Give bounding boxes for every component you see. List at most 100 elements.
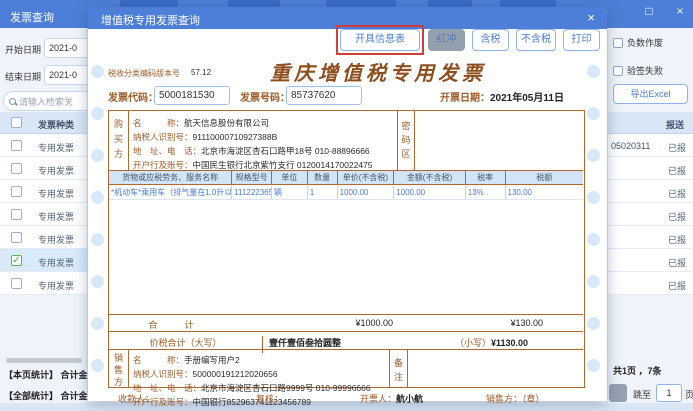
dialog-title: 增值税专用发票查询 bbox=[101, 12, 200, 28]
red-flush-button[interactable]: 红冲 bbox=[428, 29, 465, 51]
print-button[interactable]: 打印 bbox=[563, 29, 600, 51]
payee-label: 收款人： bbox=[118, 392, 154, 405]
edge-dot bbox=[91, 317, 104, 330]
goods-data-cell: *机动车*乘用车（排气量在1.0升以上 bbox=[109, 186, 232, 199]
invoice-list: 专用发票专用发票专用发票专用发票专用发票✓专用发票专用发票 bbox=[0, 134, 88, 296]
edge-dot bbox=[91, 149, 104, 162]
invoice-number-value[interactable]: 85737620 bbox=[286, 86, 362, 105]
invoice-title: 重庆增值税专用发票 bbox=[238, 57, 518, 86]
row-checkbox[interactable] bbox=[11, 232, 22, 243]
negative-void-checkbox[interactable]: 负数作废 bbox=[613, 36, 663, 49]
buyer-side-label: 购买方 bbox=[109, 111, 129, 170]
close-window-button[interactable]: × bbox=[671, 4, 689, 18]
row-checkbox[interactable] bbox=[11, 140, 22, 151]
tax-excluded-button[interactable]: 不含税 bbox=[516, 29, 556, 51]
report-header-label: 报送 bbox=[666, 118, 684, 131]
row-checkbox[interactable] bbox=[11, 278, 22, 289]
page-number-button[interactable] bbox=[609, 384, 627, 402]
screen: 发票查询 □ × 开始日期 2021-0 结束日期 2021-0 请输入检索关 … bbox=[0, 0, 693, 411]
report-row[interactable]: 05020311已报 bbox=[608, 134, 693, 157]
jump-page-input[interactable]: 1 bbox=[656, 384, 682, 402]
invoice-list-row[interactable]: 专用发票 bbox=[0, 272, 88, 295]
seller-field-line: 纳税人识别号：500000191212020656 bbox=[129, 364, 389, 378]
seal-text: （章） bbox=[522, 394, 545, 404]
report-row[interactable]: 已报 bbox=[608, 249, 693, 272]
row-checkbox[interactable]: ✓ bbox=[11, 255, 22, 266]
small-amount-label: （小写） bbox=[455, 338, 491, 348]
buyer-field-line: 地 址、电 话：北京市海淀区杏石口路甲18号 010-88896666 bbox=[129, 141, 397, 155]
report-row[interactable]: 已报 bbox=[608, 272, 693, 295]
toolbar-fragment bbox=[428, 0, 472, 7]
report-row[interactable]: 已报 bbox=[608, 203, 693, 226]
row-checkbox[interactable] bbox=[11, 209, 22, 220]
report-status-cell: 已报 bbox=[668, 233, 686, 246]
grand-total-small: （小写）¥1130.00 bbox=[455, 336, 528, 349]
edge-dot bbox=[587, 359, 600, 372]
goods-header-cell: 单位 bbox=[272, 171, 308, 184]
page-summary: 共1页 ，7条 bbox=[613, 364, 662, 377]
buyer-field-line: 开户行及账号：中国民生银行北京紫竹支行 0120014170022475 bbox=[129, 155, 397, 169]
invoice-list-row[interactable]: 专用发票 bbox=[0, 226, 88, 249]
maximize-button[interactable]: □ bbox=[640, 4, 658, 18]
buyer-field-line: 名 称：航天信息股份有限公司 bbox=[129, 113, 397, 127]
remark-area bbox=[408, 350, 583, 388]
invoice-table-header: 发票种类 bbox=[0, 112, 88, 134]
horizontal-scrollbar[interactable] bbox=[6, 358, 82, 363]
start-date-input[interactable]: 2021-0 bbox=[44, 38, 88, 58]
select-all-checkbox[interactable] bbox=[11, 117, 22, 128]
invoice-list-row[interactable]: 专用发票 bbox=[0, 157, 88, 180]
seller-field-line: 地 址、电 话：北京市海淀区杏石口路9999号 010-99996666 bbox=[129, 378, 389, 392]
toolbar-fragment bbox=[326, 0, 396, 7]
report-row[interactable]: 已报 bbox=[608, 180, 693, 203]
tax-included-button[interactable]: 含税 bbox=[472, 29, 509, 51]
info-form-button[interactable]: 开具信息表 bbox=[340, 29, 420, 51]
dialog-close-icon[interactable]: × bbox=[587, 10, 595, 25]
invoice-type-cell: 专用发票 bbox=[38, 233, 74, 246]
password-area-label: 密码区 bbox=[397, 111, 415, 170]
report-row[interactable]: 已报 bbox=[608, 226, 693, 249]
row-checkbox[interactable] bbox=[11, 186, 22, 197]
remark-label: 备注 bbox=[389, 350, 408, 388]
invoice-code-value[interactable]: 5000181530 bbox=[154, 86, 230, 105]
invoice-list-row[interactable]: 专用发票 bbox=[0, 180, 88, 203]
seller-field-label: 地 址、电 话： bbox=[129, 382, 201, 392]
seller-seal-label: 销售方： bbox=[486, 394, 522, 404]
seller-side-label: 销售方 bbox=[109, 350, 129, 388]
reviewer-label: 复核： bbox=[256, 392, 283, 405]
invoice-view-dialog: 增值税专用发票查询 × 开具信息表红冲含税不含税打印 税收分类编码版本号 57.… bbox=[88, 7, 607, 401]
buyer-field-label: 地 址、电 话： bbox=[129, 145, 201, 155]
goods-data-cell: 1 bbox=[308, 186, 338, 199]
invoice-list-row[interactable]: 专用发票 bbox=[0, 134, 88, 157]
negative-void-label: 负数作废 bbox=[627, 36, 663, 49]
buyer-field-label: 纳税人识别号： bbox=[129, 131, 193, 141]
invoice-code-label: 发票代码： bbox=[108, 89, 158, 104]
toolbar-fragment bbox=[120, 0, 178, 7]
invoice-date-value: 2021年05月11日 bbox=[490, 93, 564, 104]
verify-fail-checkbox[interactable]: 验签失败 bbox=[613, 64, 663, 77]
edge-dot bbox=[587, 107, 600, 120]
row-checkbox[interactable] bbox=[11, 163, 22, 174]
buyer-field-value: 中国民生银行北京紫竹支行 0120014170022475 bbox=[193, 159, 373, 169]
goods-table-header: 货物或应税劳务、服务名称规格型号单位数量单价(不含税)金额(不含税)税率税额 bbox=[109, 170, 583, 185]
search-input[interactable]: 请输入检索关 bbox=[3, 91, 88, 111]
report-row[interactable]: 已报 bbox=[608, 157, 693, 180]
invoice-type-cell: 专用发票 bbox=[38, 141, 74, 154]
drawer-value: 航小航 bbox=[396, 394, 423, 404]
password-area bbox=[415, 111, 583, 170]
edge-dot bbox=[91, 107, 104, 120]
goods-header-cell: 金额(不含税) bbox=[394, 171, 466, 184]
goods-data-cell: 111222365 bbox=[232, 186, 272, 199]
end-date-input[interactable]: 2021-0 bbox=[44, 65, 88, 85]
invoice-list-row[interactable]: ✓专用发票 bbox=[0, 249, 88, 272]
goods-header-cell: 单价(不含税) bbox=[338, 171, 395, 184]
invoice-type-header: 发票种类 bbox=[38, 118, 74, 131]
invoice-list-row[interactable]: 专用发票 bbox=[0, 203, 88, 226]
search-placeholder: 请输入检索关 bbox=[19, 95, 73, 108]
buyer-field-value: 北京市海淀区杏石口路甲18号 010-88896666 bbox=[201, 145, 370, 155]
jump-label: 跳至 bbox=[633, 388, 651, 401]
total-tax: ¥130.00 bbox=[510, 318, 543, 328]
buyer-field-value: 91110000710927388B bbox=[193, 132, 278, 141]
export-excel-button[interactable]: 导出Excel bbox=[613, 84, 688, 104]
edge-dot bbox=[587, 65, 600, 78]
report-status-cell: 已报 bbox=[668, 164, 686, 177]
